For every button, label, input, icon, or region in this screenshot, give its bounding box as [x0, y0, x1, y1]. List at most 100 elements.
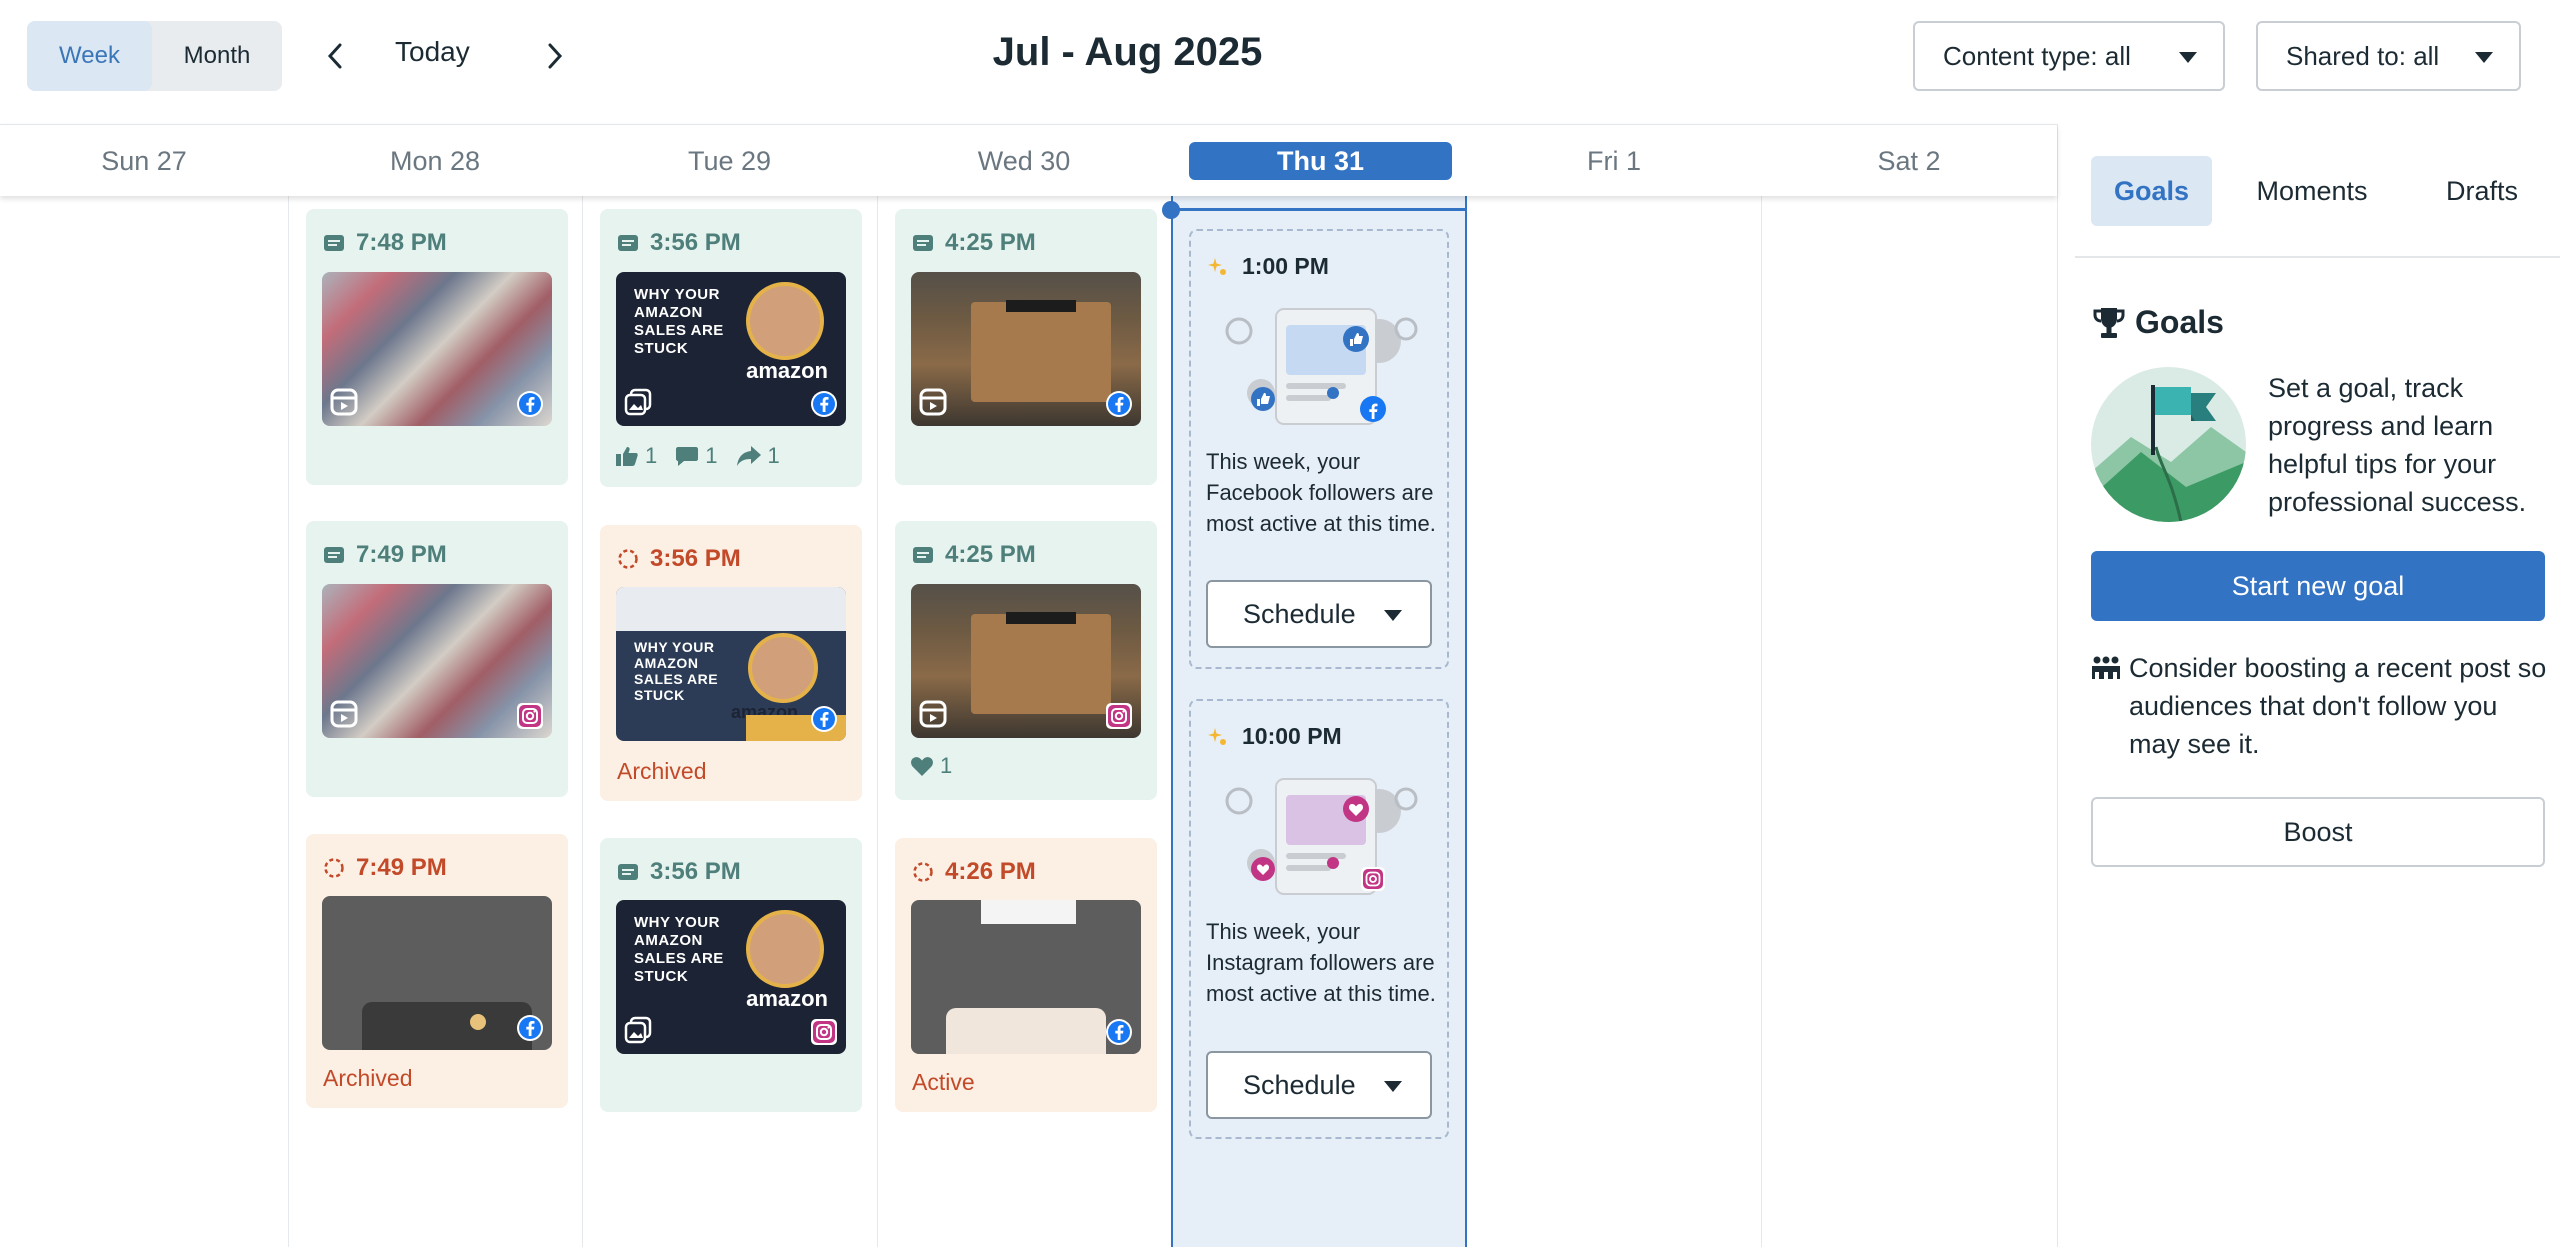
post-card[interactable]: 4:26 PM Active — [895, 838, 1157, 1112]
goals-description: Set a goal, track progress and learn hel… — [2268, 373, 2527, 517]
column-divider — [1761, 196, 1762, 1247]
thumbnail-shape — [470, 1014, 486, 1030]
goal-flag-illustration — [2091, 367, 2246, 522]
post-time: 4:26 PM — [912, 858, 1036, 886]
thumbnail-shape — [1006, 612, 1076, 624]
thumbnail-text: STUCK — [634, 968, 689, 985]
thumbnail-logo: amazon — [746, 986, 828, 1011]
post-thumbnail — [911, 272, 1141, 426]
post-status: Archived — [323, 1065, 413, 1091]
post-thumbnail — [911, 900, 1141, 1054]
post-time-text: 7:49 PM — [356, 541, 447, 568]
post-thumbnail — [322, 584, 552, 738]
thumbnail-text: SALES ARE — [634, 671, 719, 687]
instagram-icon — [517, 703, 543, 729]
post-thumbnail: WHY YOUR AMAZON SALES ARE STUCK amazon — [616, 587, 846, 741]
date-range-title: Jul - Aug 2025 — [992, 30, 1263, 74]
post-card[interactable]: 3:56 PM WHY YOUR AMAZON SALES ARE STUCK … — [600, 525, 862, 801]
post-time: 4:25 PM — [912, 229, 1036, 257]
sparkle-icon — [1208, 727, 1226, 745]
thumbnail-shape — [971, 614, 1111, 714]
post-card[interactable]: 7:49 PM Archived — [306, 834, 568, 1108]
schedule-dropdown-button[interactable]: Schedule — [1206, 1051, 1432, 1119]
thumbnail-text: STUCK — [634, 340, 689, 357]
post-thumbnail: WHY YOUR AMAZON SALES ARE STUCK amazon — [616, 272, 846, 426]
thumbnail-shape — [362, 1002, 532, 1050]
draft-status-icon — [913, 862, 933, 882]
thumbnail-shape — [971, 302, 1111, 402]
month-view-button[interactable]: Month — [152, 21, 282, 91]
post-time: 7:49 PM — [323, 541, 447, 569]
post-time-text: 4:26 PM — [945, 858, 1036, 885]
day-header-sun[interactable]: Sun 27 — [0, 125, 288, 197]
post-time: 7:48 PM — [323, 229, 447, 257]
post-time: 4:25 PM — [912, 541, 1036, 569]
schedule-dropdown-button[interactable]: Schedule — [1206, 580, 1432, 648]
post-card[interactable]: 3:56 PM WHY YOUR AMAZON SALES ARE STUCK … — [600, 838, 862, 1112]
day-header-sat[interactable]: Sat 2 — [1761, 125, 2057, 197]
facebook-icon — [1106, 1019, 1132, 1045]
day-header-wed[interactable]: Wed 30 — [877, 125, 1171, 197]
post-icon — [324, 235, 344, 251]
content-type-dropdown[interactable]: Content type: all — [1913, 21, 2225, 91]
comments-count: 1 — [705, 443, 718, 468]
panel-tabs: Goals Moments Drafts — [2091, 156, 2552, 226]
thumbnail-text: WHY YOUR — [634, 639, 715, 655]
post-card[interactable]: 3:56 PM WHY YOUR AMAZON SALES ARE STUCK … — [600, 209, 862, 487]
schedule-label: Schedule — [1243, 598, 1356, 629]
day-header-tue[interactable]: Tue 29 — [582, 125, 877, 197]
shared-to-dropdown[interactable]: Shared to: all — [2256, 21, 2521, 91]
post-time-text: 7:48 PM — [356, 229, 447, 256]
facebook-icon — [811, 706, 837, 732]
day-header-mon[interactable]: Mon 28 — [288, 125, 582, 197]
reel-icon — [919, 700, 947, 728]
thumbnail-shape — [1006, 300, 1076, 312]
reel-icon — [919, 388, 947, 416]
tab-goals[interactable]: Goals — [2091, 156, 2212, 226]
audience-icon — [2092, 656, 2120, 679]
tab-moments[interactable]: Moments — [2212, 156, 2412, 226]
current-time-line — [1171, 208, 1467, 211]
day-header-row: Sun 27 Mon 28 Tue 29 Wed 30 Thu 31 Fri 1… — [0, 124, 2057, 196]
recommendation-text: This week, your Facebook followers are m… — [1206, 449, 1436, 536]
day-header-thu[interactable]: Thu 31 — [1189, 142, 1452, 180]
start-new-goal-button[interactable]: Start new goal — [2091, 551, 2545, 621]
carousel-icon — [624, 388, 652, 416]
likes-metric: 1 — [615, 443, 657, 469]
caret-down-icon — [1384, 610, 1402, 621]
thumbnail-shape — [746, 282, 824, 360]
boost-suggestion: Consider boosting a recent post so audie… — [2091, 649, 2551, 763]
thumbs-up-icon — [616, 447, 638, 466]
tab-drafts[interactable]: Drafts — [2412, 156, 2552, 226]
best-time-recommendation: 10:00 PM This week, your Instagram follo… — [1189, 699, 1449, 1139]
post-time-text: 7:49 PM — [356, 854, 447, 881]
recommendation-time-text: 10:00 PM — [1242, 723, 1342, 749]
best-time-recommendation: 1:00 PM This week, your Facebook followe… — [1189, 229, 1449, 669]
recommendation-time: 10:00 PM — [1206, 723, 1342, 750]
comment-icon — [676, 447, 699, 466]
caret-down-icon — [1384, 1081, 1402, 1092]
thumbnail-logo: amazon — [746, 358, 828, 383]
thumbnail-text: WHY YOUR — [634, 286, 720, 303]
column-divider — [877, 196, 878, 1247]
previous-week-button[interactable] — [320, 36, 350, 76]
post-time: 3:56 PM — [617, 858, 741, 886]
instagram-icon — [811, 1019, 837, 1045]
today-button[interactable]: Today — [395, 36, 470, 68]
post-time: 3:56 PM — [617, 545, 741, 573]
week-view-button[interactable]: Week — [27, 21, 152, 91]
post-card[interactable]: 7:48 PM — [306, 209, 568, 485]
day-header-fri[interactable]: Fri 1 — [1467, 125, 1761, 197]
post-thumbnail: WHY YOUR AMAZON SALES ARE STUCK amazon — [616, 900, 846, 1054]
side-panel: Goals Moments Drafts Goals Set a goal, t… — [2057, 124, 2560, 1247]
post-card[interactable]: 4:25 PM — [895, 209, 1157, 485]
current-time-dot — [1162, 201, 1180, 219]
post-card[interactable]: 7:49 PM — [306, 521, 568, 797]
post-card[interactable]: 4:25 PM 1 — [895, 521, 1157, 800]
post-time-text: 4:25 PM — [945, 541, 1036, 568]
boost-button[interactable]: Boost — [2091, 797, 2545, 867]
next-week-button[interactable] — [540, 36, 570, 76]
calendar-header: Week Month Today Jul - Aug 2025 Content … — [0, 0, 2560, 124]
post-time: 3:56 PM — [617, 229, 741, 257]
content-type-label: Content type: all — [1943, 40, 2131, 71]
